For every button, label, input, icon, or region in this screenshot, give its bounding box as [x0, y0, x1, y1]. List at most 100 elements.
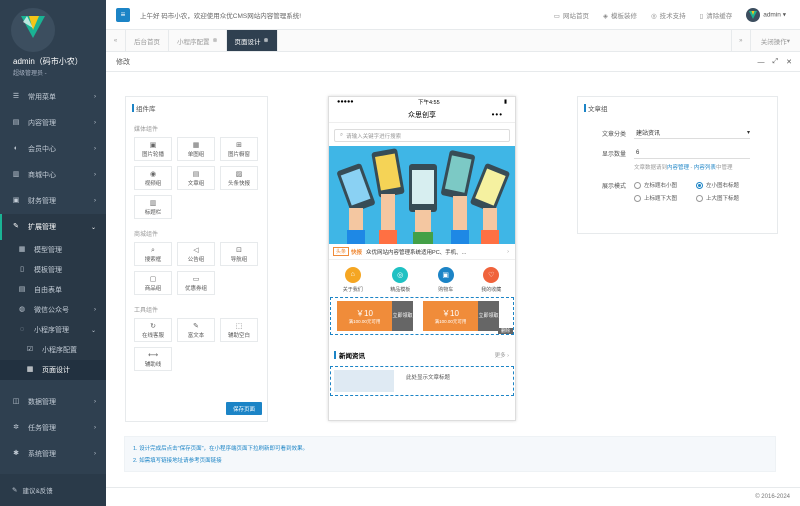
- sidebar-item-wechat[interactable]: ◍ 微信公众号 ›: [0, 300, 106, 320]
- close-icon[interactable]: ✕: [786, 58, 792, 66]
- phone-search-input[interactable]: ⌕ 请输入关键字进行搜索: [334, 129, 510, 142]
- component-article[interactable]: ▤ 文章组: [177, 166, 215, 190]
- user-name[interactable]: admin（码市小农）: [13, 56, 83, 67]
- clear-cache-link[interactable]: ▯ 清除缓存: [700, 10, 733, 20]
- component-video[interactable]: ◉ 视频组: [134, 166, 172, 190]
- component-search[interactable]: ⌕ 搜索框: [134, 242, 172, 266]
- maximize-icon[interactable]: ⤢: [773, 58, 779, 66]
- save-page-button[interactable]: 保存页面: [226, 402, 262, 415]
- mode-radio-left-title[interactable]: 左标题右小图: [634, 181, 690, 189]
- sidebar-item-members[interactable]: ◐ 会员中心 ›: [0, 136, 106, 162]
- coupon-claim-button[interactable]: 立即领取: [392, 301, 413, 331]
- count-input[interactable]: 6: [634, 147, 750, 159]
- tech-support-link[interactable]: ◎ 技术支持: [651, 10, 686, 20]
- shop-components-grid: ⌕ 搜索框 ◁ 公告组 ⊡ 导航组 ▢ 商品组 ▭ 优惠券组: [126, 242, 262, 295]
- headline-notice[interactable]: 头条 快报 众优网站内容管理系统适用PC、手机、... ›: [329, 244, 515, 260]
- sidebar-item-shop[interactable]: ▥ 商城中心 ›: [0, 162, 106, 188]
- caret-down-icon: ▾: [786, 38, 790, 45]
- sidebar-item-page-design[interactable]: ▦ 页面设计: [0, 360, 106, 380]
- chevron-right-icon: ›: [94, 307, 96, 313]
- close-operations-dropdown[interactable]: 关闭操作 ▾: [751, 30, 800, 52]
- window-controls: — ⤢ ✕: [758, 52, 792, 72]
- chevron-right-icon: ›: [94, 198, 96, 204]
- news-more-link[interactable]: 更多 ›: [495, 351, 509, 359]
- mode-label: 展示模式: [601, 184, 626, 190]
- mode-radio-top-image[interactable]: 上大图下标题: [696, 194, 752, 202]
- support-icon: ◎: [650, 13, 657, 20]
- more-dots-icon[interactable]: •••: [492, 110, 503, 119]
- template-decor-link[interactable]: ◈ 模板装修: [603, 10, 637, 20]
- settings-title: 文章组: [578, 97, 777, 119]
- article-block[interactable]: 此处显示文章标题: [330, 366, 514, 396]
- edit-icon: ✎: [13, 223, 19, 230]
- sidebar-item-extension[interactable]: ✎ 扩展管理 ⌄: [0, 214, 106, 240]
- component-image-window[interactable]: ⊞ 图片橱窗: [220, 137, 258, 161]
- user-menu[interactable]: admin ▾: [746, 8, 786, 22]
- search-icon: ⌕: [151, 246, 155, 254]
- sidebar-item-mini-config[interactable]: ☑ 小程序配置: [0, 340, 106, 360]
- cart-icon: ▥: [12, 171, 20, 178]
- sidebar-item-data[interactable]: ◫ 数据管理 ›: [0, 389, 106, 415]
- tip-line: 1. 设计完成后点击"保存页面"，在小程序端页面下拉刷新即可看到效果。: [133, 446, 309, 452]
- quick-nav-favorites[interactable]: ♡ 我的收藏: [481, 266, 501, 293]
- mode-radio-top-title[interactable]: 上标题下大图: [634, 194, 690, 202]
- banner-image[interactable]: [329, 146, 515, 244]
- caret-down-icon: ▾: [746, 130, 750, 136]
- tab-scroll-right-button[interactable]: »: [730, 30, 751, 52]
- sidebar-item-forms[interactable]: ▤ 自由表单: [0, 280, 106, 300]
- component-rich-text[interactable]: ✎ 富文本: [177, 318, 215, 342]
- sidebar-item-tasks[interactable]: ✲ 任务管理 ›: [0, 415, 106, 441]
- component-online-service[interactable]: ↻ 在线客服: [134, 318, 172, 342]
- quick-nav-templates[interactable]: ◎ 精品模板: [390, 266, 410, 293]
- component-nav[interactable]: ⊡ 导航组: [220, 242, 258, 266]
- coupon-card[interactable]: ￥10 满100.00元可用 立即领取: [337, 301, 413, 331]
- coupon-card[interactable]: ￥10 满100.00元可用 立即领取: [423, 301, 499, 331]
- delete-block-button[interactable]: 删除: [498, 328, 513, 334]
- user-role[interactable]: 超级管理员 -: [13, 68, 47, 77]
- component-headline[interactable]: ▨ 头条快报: [220, 166, 258, 190]
- sidebar-item-common[interactable]: ☰ 常用菜单 ›: [0, 84, 106, 110]
- component-single-image[interactable]: ▦ 单图组: [177, 137, 215, 161]
- content-manage-link[interactable]: 内容管理: [667, 165, 689, 171]
- quick-nav-cart[interactable]: ▣ 购物车: [437, 266, 454, 293]
- content-list-link[interactable]: 内容列表: [694, 165, 716, 171]
- tab-mini-config[interactable]: 小程序配置 ⊗: [169, 30, 227, 51]
- component-title-bar[interactable]: ▥ 标题栏: [134, 195, 172, 219]
- menu-toggle-button[interactable]: ≡: [116, 7, 130, 22]
- site-home-link[interactable]: ▭ 网站首页: [554, 10, 589, 20]
- component-divider[interactable]: ⟷ 辅助线: [134, 347, 172, 371]
- sidebar: admin（码市小农） 超级管理员 - ☰ 常用菜单 › ▤ 内容管理 › ◐ 会员中心 ›…: [0, 0, 106, 506]
- component-goods[interactable]: ▢ 商品组: [134, 271, 172, 295]
- sidebar-item-models[interactable]: ▦ 模型管理: [0, 240, 106, 260]
- component-notice[interactable]: ◁ 公告组: [177, 242, 215, 266]
- tab-admin-home[interactable]: 后台首页: [126, 30, 169, 51]
- sidebar-item-miniprogram[interactable]: ◌ 小程序管理 ⌄: [0, 320, 106, 340]
- data-hint: 文章数据请到内容管理 - 内容列表中管理: [634, 165, 733, 171]
- hamburger-icon: ≡: [120, 10, 126, 19]
- search-icon: ⌕: [340, 132, 344, 138]
- mode-radio-left-image[interactable]: 左小图右标题: [696, 181, 752, 189]
- coupon-claim-button[interactable]: 立即领取: [478, 301, 499, 331]
- quick-nav-about[interactable]: ⌂ 关于我们: [343, 266, 363, 293]
- page-title: 修改: [116, 58, 130, 66]
- calendar-icon: ▦: [26, 366, 34, 373]
- sidebar-item-finance[interactable]: ▣ 财务管理 ›: [0, 188, 106, 214]
- component-coupon[interactable]: ▭ 优惠券组: [177, 271, 215, 295]
- close-icon[interactable]: ⊗: [213, 37, 218, 44]
- sidebar-item-content[interactable]: ▤ 内容管理 ›: [0, 110, 106, 136]
- category-select[interactable]: 建站资讯 ▾: [634, 127, 750, 139]
- welcome-text: 上午好 码市小农，欢迎使用众优CMS网站内容管理系统!: [140, 12, 302, 20]
- tab-scroll-left-button[interactable]: «: [106, 30, 126, 51]
- component-carousel[interactable]: ▣ 图片轮播: [134, 137, 172, 161]
- coupon-block[interactable]: ￥10 满100.00元可用 立即领取 ￥10 满100.00元可用 立即领取 删除: [330, 297, 514, 335]
- feedback-link[interactable]: ✎ 建议&反馈: [0, 474, 106, 506]
- carousel-icon: ▣: [149, 141, 157, 149]
- minimize-icon[interactable]: —: [758, 59, 765, 66]
- sidebar-item-system[interactable]: ✱ 系统管理 ›: [0, 441, 106, 467]
- notice-text: 众优网站内容管理系统适用PC、手机、...: [366, 249, 467, 256]
- heart-icon: ♡: [483, 266, 500, 283]
- tab-page-design[interactable]: 页面设计 ⊗: [226, 30, 278, 51]
- close-icon[interactable]: ⊗: [264, 37, 269, 44]
- component-blank[interactable]: ⬚ 辅助空白: [220, 318, 258, 342]
- sidebar-item-templates[interactable]: ▯ 模板管理: [0, 260, 106, 280]
